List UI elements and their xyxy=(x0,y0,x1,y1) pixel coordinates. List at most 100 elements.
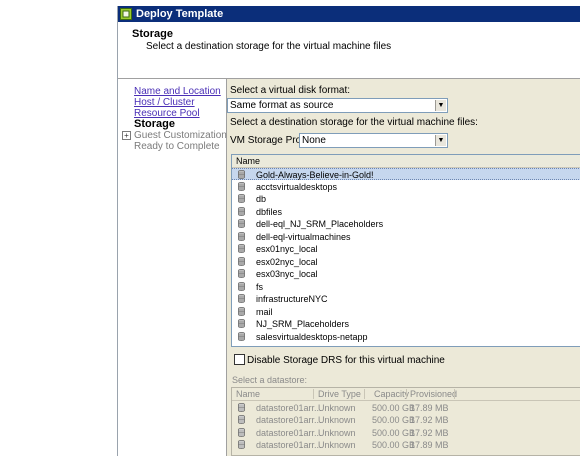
dropdown-arrow-icon[interactable]: ▼ xyxy=(435,100,446,111)
step-storage: Storage xyxy=(134,118,175,130)
datastore-icon xyxy=(238,194,245,203)
datastore-row: datastore01arr... Unknown 500.00 GB 17.92 M… xyxy=(232,427,580,439)
storage-row[interactable]: fs xyxy=(232,281,580,293)
datastore-provisioned: 17.89 MB xyxy=(410,439,449,450)
storage-row[interactable]: db xyxy=(232,193,580,205)
storage-name: Gold-Always-Believe-in-Gold! xyxy=(256,170,374,180)
storage-profile-datastore-icon xyxy=(238,170,245,179)
step-name-and-location[interactable]: Name and Location xyxy=(134,86,221,97)
datastore-capacity: 500.00 GB xyxy=(372,427,416,438)
datastore-table-header: Name Drive Type Capacity Provisioned xyxy=(232,388,580,401)
page-title: Storage xyxy=(132,28,173,40)
storage-name: dbfiles xyxy=(256,206,283,217)
storage-panel: Select a virtual disk format: Same forma… xyxy=(227,79,580,456)
datastore-icon xyxy=(238,427,245,437)
step-ready-to-complete: Ready to Complete xyxy=(134,141,220,152)
storage-name: db xyxy=(256,194,267,204)
storage-name: esx03nyc_local xyxy=(256,269,318,279)
storage-name: mail xyxy=(256,306,273,317)
datastore-icon xyxy=(238,403,245,412)
datastore-icon xyxy=(238,244,245,253)
datastore-capacity: 500.00 GB xyxy=(372,403,416,413)
datastore-name: datastore01arr... xyxy=(256,427,322,438)
col-capacity: Capacity xyxy=(374,389,410,399)
expand-icon[interactable]: + xyxy=(122,131,131,140)
datastore-icon xyxy=(238,181,245,191)
window-title: Deploy Template xyxy=(136,8,224,20)
storage-profile-value: None xyxy=(302,135,326,146)
datastore-name: datastore01arr... xyxy=(256,439,322,450)
storage-row[interactable]: dbfiles xyxy=(232,206,580,218)
datastore-provisioned: 17.92 MB xyxy=(410,415,449,426)
datastore-name: datastore01arr... xyxy=(256,403,322,413)
dropdown-arrow-icon[interactable]: ▼ xyxy=(435,135,446,146)
disable-drs-label: Disable Storage DRS for this virtual mac… xyxy=(247,355,445,366)
datastore-drive-type: Unknown xyxy=(318,415,356,426)
column-header-name[interactable]: Name xyxy=(232,155,580,168)
storage-name: NJ_SRM_Placeholders xyxy=(256,319,350,329)
storage-row[interactable]: esx02nyc_local xyxy=(232,256,580,268)
datastore-row: datastore01arr... Unknown 500.00 GB 17.89 M… xyxy=(232,402,580,414)
storage-row[interactable]: salesvirtualdesktops-netapp xyxy=(232,331,580,343)
datastore-provisioned: 17.92 MB xyxy=(410,427,449,438)
step-guest-customization: Guest Customization xyxy=(134,130,227,141)
storage-name: salesvirtualdesktops-netapp xyxy=(256,331,368,342)
datastore-drive-type: Unknown xyxy=(318,427,356,438)
step-host-cluster[interactable]: Host / Cluster xyxy=(134,97,195,108)
datastore-drive-type: Unknown xyxy=(318,439,356,450)
datastore-capacity: 500.00 GB xyxy=(372,439,416,450)
datastore-capacity: 500.00 GB xyxy=(372,415,416,426)
datastore-drive-type: Unknown xyxy=(318,403,356,413)
storage-name: acctsvirtualdesktops xyxy=(256,181,338,192)
datastore-icon xyxy=(238,269,245,278)
storage-row[interactable]: Gold-Always-Believe-in-Gold! xyxy=(232,168,580,180)
col-name: Name xyxy=(236,389,261,399)
storage-name: infrastructureNYC xyxy=(256,294,328,304)
col-provisioned: Provisioned xyxy=(410,389,458,399)
datastore-icon xyxy=(238,281,245,291)
disk-format-label: Select a virtual disk format: xyxy=(230,85,351,96)
datastore-icon xyxy=(238,319,245,328)
title-bar: Deploy Template xyxy=(118,6,580,22)
storage-row[interactable]: acctsvirtualdesktops xyxy=(232,181,580,193)
storage-row[interactable]: infrastructureNYC xyxy=(232,293,580,305)
storage-profile-select[interactable]: None ▼ xyxy=(299,133,448,148)
storage-row[interactable]: NJ_SRM_Placeholders xyxy=(232,318,580,330)
storage-list[interactable]: Name Gold-Always-Believe-in-Gold! acctsvi… xyxy=(231,154,580,347)
disk-format-value: Same format as source xyxy=(230,100,334,111)
datastore-icon xyxy=(238,331,245,341)
storage-row[interactable]: dell-eql_NJ_SRM_Placeholders xyxy=(232,218,580,230)
destination-label: Select a destination storage for the vir… xyxy=(230,117,478,128)
datastore-icon xyxy=(238,219,245,228)
storage-name: fs xyxy=(256,281,264,292)
storage-row[interactable]: esx03nyc_local xyxy=(232,268,580,280)
storage-name: esx02nyc_local xyxy=(256,256,318,267)
datastore-table: Name Drive Type Capacity Provisioned dat… xyxy=(231,387,580,456)
datastore-name: datastore01arr... xyxy=(256,415,322,426)
datastore-icon xyxy=(238,415,245,425)
datastore-row: datastore01arr... Unknown 500.00 GB 17.92 M… xyxy=(232,414,580,426)
vm-template-icon xyxy=(120,8,132,20)
datastore-provisioned: 17.89 MB xyxy=(410,403,449,413)
disable-drs-checkbox[interactable] xyxy=(234,354,245,365)
storage-row[interactable]: esx01nyc_local xyxy=(232,243,580,255)
datastore-icon xyxy=(238,306,245,316)
storage-name: esx01nyc_local xyxy=(256,244,318,254)
select-datastore-label: Select a datastore: xyxy=(232,375,308,385)
storage-name: dell-eql-virtualmachines xyxy=(256,231,351,242)
deploy-template-window: Deploy Template Storage Select a destina… xyxy=(117,6,580,456)
datastore-icon xyxy=(238,231,245,241)
storage-row[interactable]: dell-eql-virtualmachines xyxy=(232,231,580,243)
wizard-header: Storage Select a destination storage for… xyxy=(118,22,580,79)
datastore-icon xyxy=(238,294,245,303)
wizard-steps: Name and Location Host / Cluster Resourc… xyxy=(118,79,227,456)
datastore-icon xyxy=(238,439,245,449)
datastore-icon xyxy=(238,256,245,266)
disk-format-select[interactable]: Same format as source ▼ xyxy=(227,98,448,113)
datastore-icon xyxy=(238,206,245,216)
datastore-row: datastore01arr... Unknown 500.00 GB 17.89 M… xyxy=(232,439,580,451)
storage-row[interactable]: mail xyxy=(232,306,580,318)
page-subtitle: Select a destination storage for the vir… xyxy=(146,41,392,52)
col-drive-type: Drive Type xyxy=(318,389,361,399)
storage-name: dell-eql_NJ_SRM_Placeholders xyxy=(256,219,384,229)
